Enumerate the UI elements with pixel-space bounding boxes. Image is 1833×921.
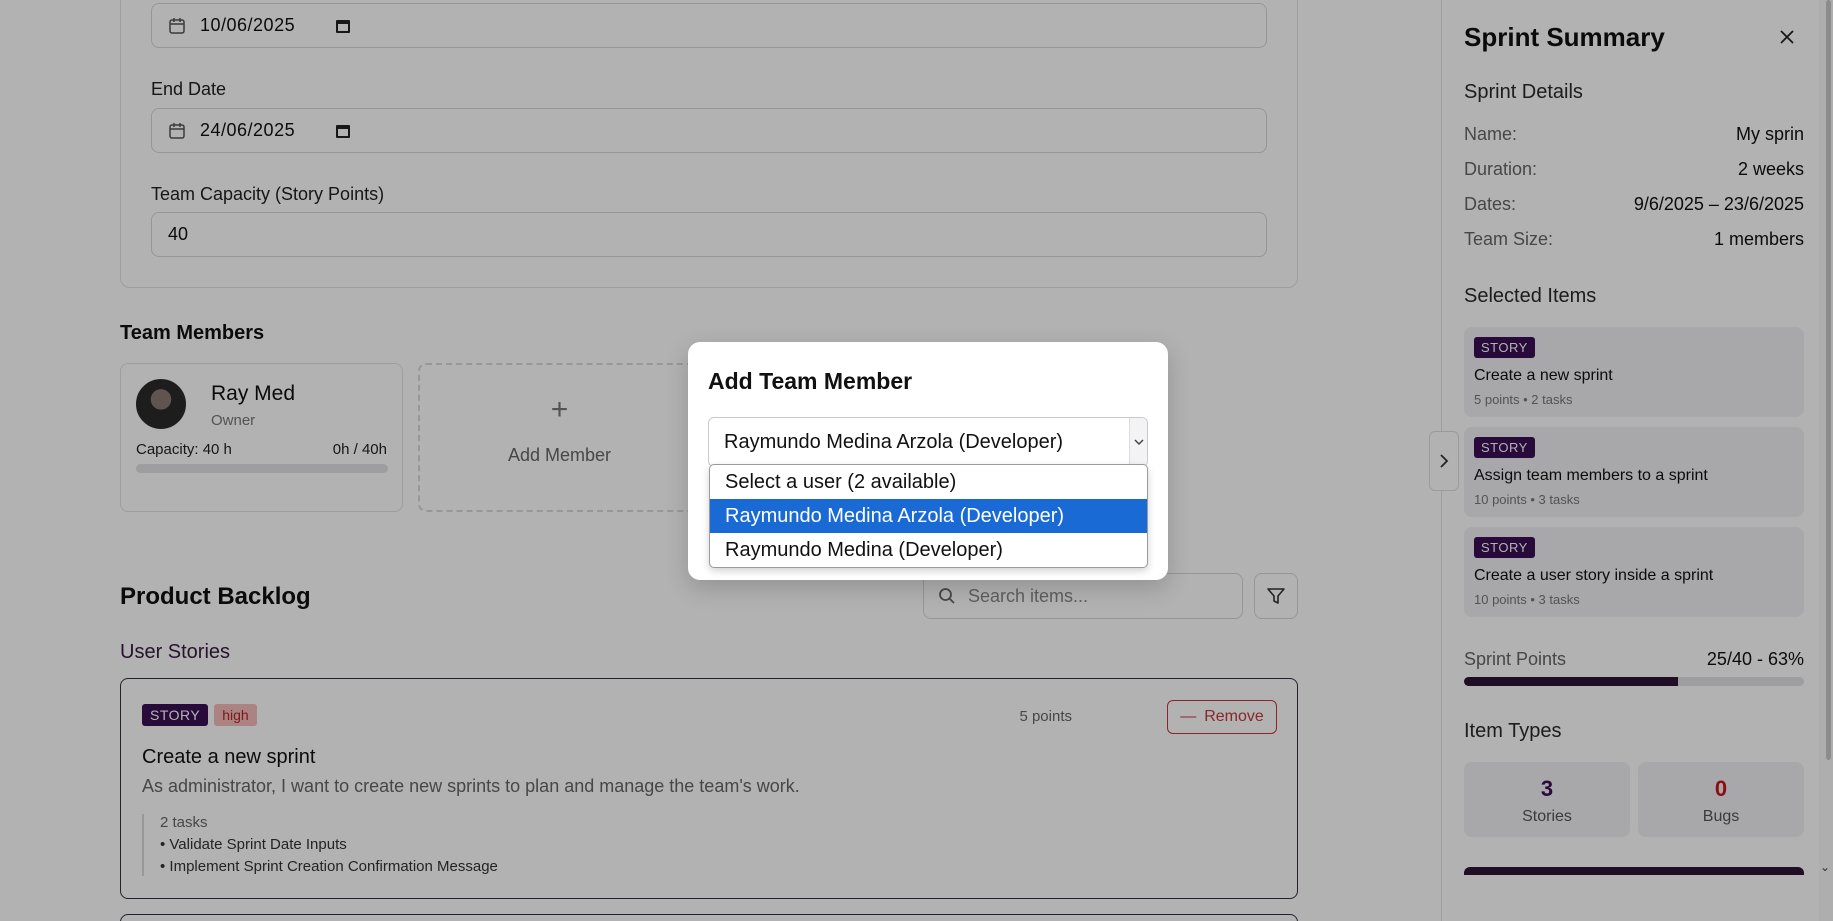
user-select-value: Raymundo Medina Arzola (Developer): [724, 430, 1064, 453]
dropdown-option-raymundo-medina[interactable]: Raymundo Medina (Developer): [710, 533, 1147, 567]
modal-title: Add Team Member: [708, 368, 913, 394]
dropdown-option-raymundo-medina-arzola[interactable]: Raymundo Medina Arzola (Developer): [710, 499, 1147, 533]
add-team-member-modal: Add Team Member Raymundo Medina Arzola (…: [688, 342, 1168, 580]
dropdown-option-placeholder[interactable]: Select a user (2 available): [710, 465, 1147, 499]
user-select-dropdown[interactable]: Select a user (2 available) Raymundo Med…: [709, 464, 1148, 568]
chevron-down-icon[interactable]: [1129, 418, 1147, 466]
user-select[interactable]: Raymundo Medina Arzola (Developer): [708, 417, 1148, 467]
